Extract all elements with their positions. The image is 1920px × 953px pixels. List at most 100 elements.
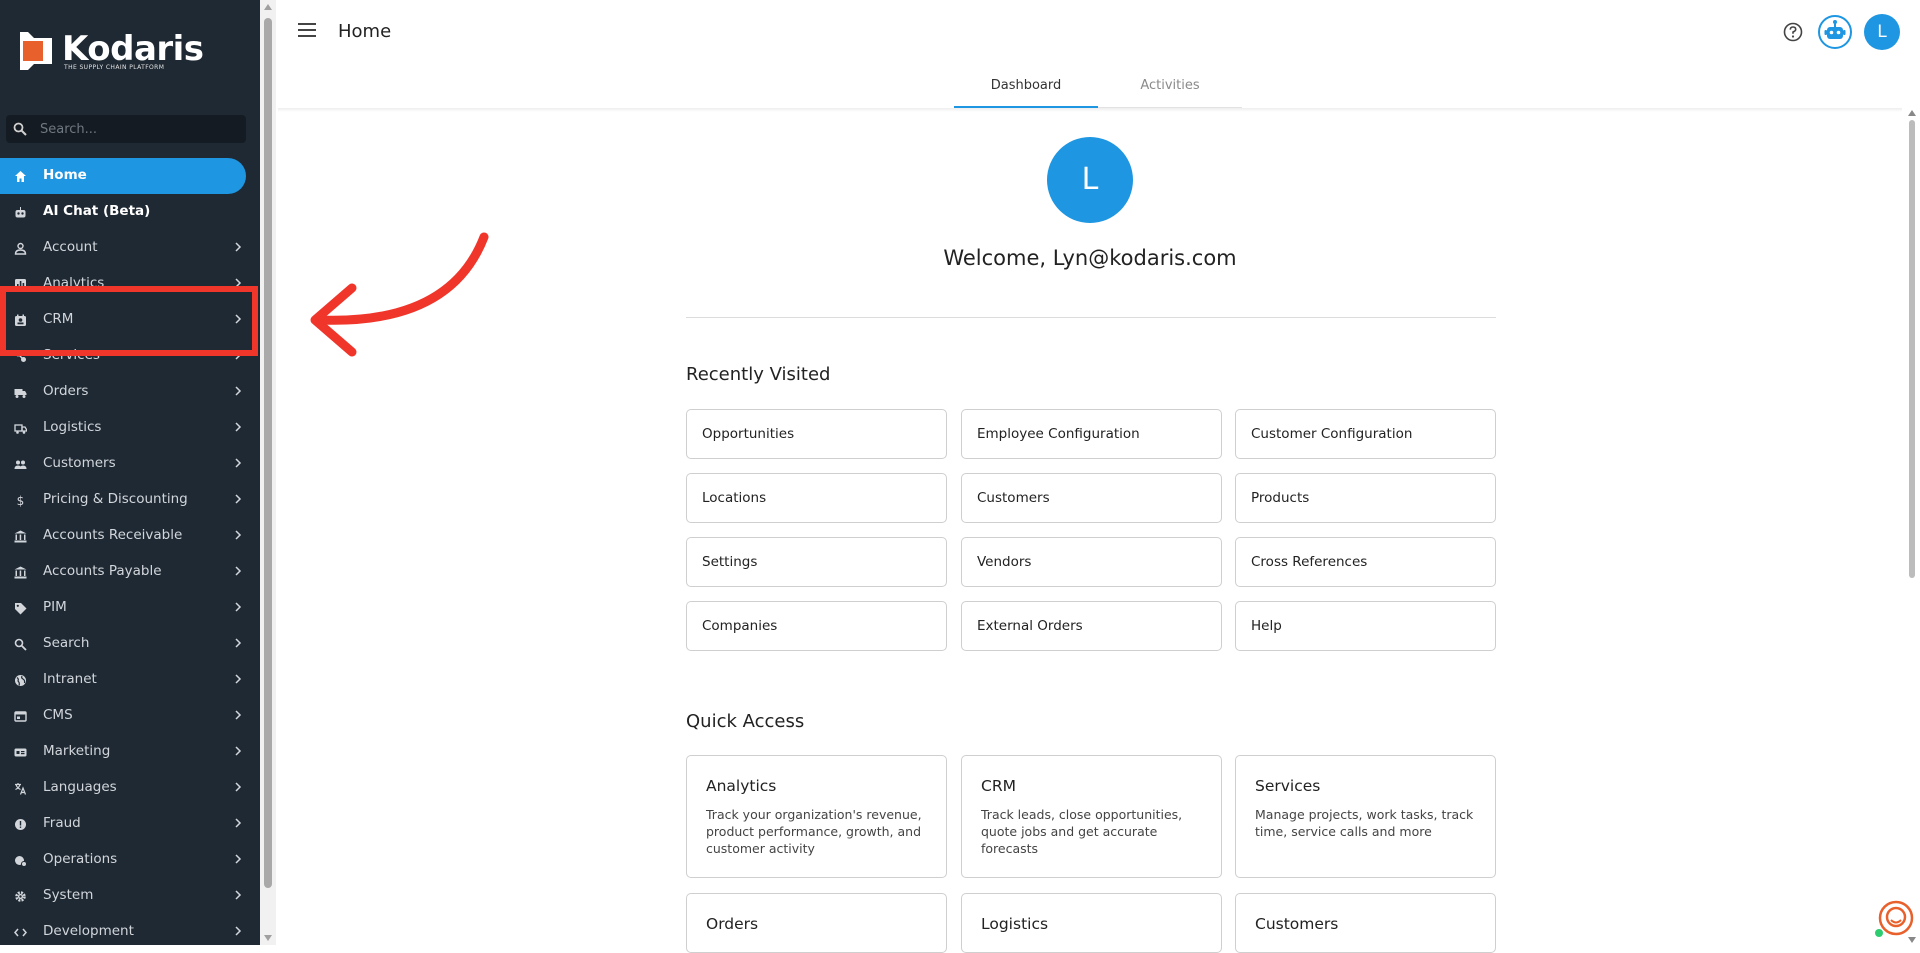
quick-access-card-customers[interactable]: Customers (1235, 893, 1496, 953)
sidebar-item-label: Account (43, 239, 98, 255)
chevron-right-icon (235, 926, 242, 936)
search-icon (13, 122, 27, 136)
card-label: Locations (702, 490, 767, 506)
card-label: Customers (977, 490, 1050, 506)
chevron-right-icon (235, 602, 242, 612)
page-title: Home (338, 21, 392, 42)
sidebar-item-label: System (43, 887, 94, 903)
sidebar-item-label: AI Chat (Beta) (43, 203, 151, 219)
recent-link-card[interactable]: Settings (686, 537, 947, 587)
scroll-thumb[interactable] (1909, 120, 1915, 578)
sidebar-item-system[interactable]: System (0, 878, 260, 914)
quick-access-description: Track leads, close opportunities, quote … (981, 807, 1183, 856)
top-header: Home L (278, 0, 1920, 64)
code-icon (14, 928, 27, 937)
quick-access-title: CRM (981, 777, 1016, 795)
quick-access-heading: Quick Access (686, 711, 805, 732)
sidebar-item-logistics[interactable]: Logistics (0, 410, 260, 446)
quick-access-title: Services (1255, 777, 1321, 795)
sidebar-item-home[interactable]: Home (0, 158, 246, 194)
sidebar-item-label: Orders (43, 383, 89, 399)
card-label: Products (1251, 490, 1310, 506)
quick-access-description: Track your organization's revenue, produ… (706, 807, 922, 856)
help-icon[interactable] (1783, 22, 1803, 42)
ai-assistant-button[interactable] (1818, 15, 1852, 49)
sidebar-item-accounts-receivable[interactable]: Accounts Receivable (0, 518, 260, 554)
recent-link-card[interactable]: Locations (686, 473, 947, 523)
sidebar-item-marketing[interactable]: Marketing (0, 734, 260, 770)
scroll-up-arrow[interactable] (1908, 110, 1916, 116)
sidebar-item-ai-chat[interactable]: AI Chat (Beta) (0, 194, 260, 230)
chevron-right-icon (235, 422, 242, 432)
scroll-up-arrow[interactable] (264, 4, 272, 10)
robot-icon (1824, 20, 1846, 39)
chevron-right-icon (235, 242, 242, 252)
sidebar-item-label: CMS (43, 707, 73, 723)
sidebar-item-label: Languages (43, 779, 117, 795)
sidebar-item-customers[interactable]: Customers (0, 446, 260, 482)
sidebar-item-fraud[interactable]: Fraud (0, 806, 260, 842)
hamburger-menu-icon[interactable] (298, 23, 316, 39)
recent-link-card[interactable]: Customer Configuration (1235, 409, 1496, 459)
sidebar-item-cms[interactable]: CMS (0, 698, 260, 734)
card-label: Settings (702, 554, 758, 570)
sidebar-item-label: Accounts Payable (43, 563, 162, 579)
quick-access-card-services[interactable]: Services Manage projects, work tasks, tr… (1235, 755, 1496, 878)
sidebar: Kodaris THE SUPPLY CHAIN PLATFORM Home A… (0, 0, 260, 945)
search-icon (14, 638, 27, 651)
sidebar-item-intranet[interactable]: Intranet (0, 662, 260, 698)
person-icon (14, 242, 27, 255)
card-label: Companies (702, 618, 778, 634)
sidebar-search-input[interactable] (38, 115, 238, 143)
dollar-icon: $ (17, 494, 25, 507)
recent-link-card[interactable]: Employee Configuration (961, 409, 1222, 459)
main-scrollbar[interactable] (1904, 108, 1920, 945)
card-label: External Orders (977, 618, 1083, 634)
recent-link-card[interactable]: External Orders (961, 601, 1222, 651)
svg-text:$: $ (17, 494, 25, 507)
sidebar-item-account[interactable]: Account (0, 230, 260, 266)
bank-icon (14, 530, 27, 543)
sidebar-item-development[interactable]: Development (0, 914, 260, 945)
sidebar-item-pricing-discounting[interactable]: $ Pricing & Discounting (0, 482, 260, 518)
sidebar-item-operations[interactable]: Operations (0, 842, 260, 878)
kodaris-logo[interactable]: Kodaris THE SUPPLY CHAIN PLATFORM (14, 29, 204, 74)
chevron-right-icon (235, 710, 242, 720)
scroll-thumb[interactable] (264, 18, 272, 888)
sidebar-item-accounts-payable[interactable]: Accounts Payable (0, 554, 260, 590)
tab-dashboard[interactable]: Dashboard (954, 68, 1098, 108)
sidebar-item-pim[interactable]: PIM (0, 590, 260, 626)
sidebar-scrollbar[interactable] (260, 0, 276, 945)
recent-link-card[interactable]: Vendors (961, 537, 1222, 587)
sidebar-item-orders[interactable]: Orders (0, 374, 260, 410)
window-icon (14, 711, 27, 722)
chevron-right-icon (235, 638, 242, 648)
sidebar-item-label: Operations (43, 851, 118, 867)
sidebar-item-label: Search (43, 635, 90, 651)
sidebar-item-languages[interactable]: Languages (0, 770, 260, 806)
chevron-right-icon (235, 566, 242, 576)
card-label: Employee Configuration (977, 426, 1140, 442)
recent-link-card[interactable]: Products (1235, 473, 1496, 523)
tab-activities[interactable]: Activities (1098, 68, 1242, 108)
chevron-right-icon (235, 818, 242, 828)
recent-link-card[interactable]: Customers (961, 473, 1222, 523)
quick-access-card-crm[interactable]: CRM Track leads, close opportunities, qu… (961, 755, 1222, 878)
quick-access-card-analytics[interactable]: Analytics Track your organization's reve… (686, 755, 947, 878)
recent-link-card[interactable]: Cross References (1235, 537, 1496, 587)
sidebar-item-label: Development (43, 923, 134, 939)
recent-link-card[interactable]: Opportunities (686, 409, 947, 459)
scroll-down-arrow[interactable] (264, 935, 272, 941)
sidebar-item-label: PIM (43, 599, 67, 615)
quick-access-title: Logistics (981, 915, 1049, 933)
user-avatar[interactable]: L (1864, 14, 1900, 50)
sidebar-item-label: Intranet (43, 671, 97, 687)
recent-link-card[interactable]: Companies (686, 601, 947, 651)
quick-access-card-orders[interactable]: Orders (686, 893, 947, 953)
recent-link-card[interactable]: Help (1235, 601, 1496, 651)
chevron-right-icon (235, 674, 242, 684)
truck-icon (14, 389, 27, 398)
sidebar-item-search[interactable]: Search (0, 626, 260, 662)
quick-access-card-logistics[interactable]: Logistics (961, 893, 1222, 953)
support-chat-icon[interactable] (1874, 898, 1914, 938)
